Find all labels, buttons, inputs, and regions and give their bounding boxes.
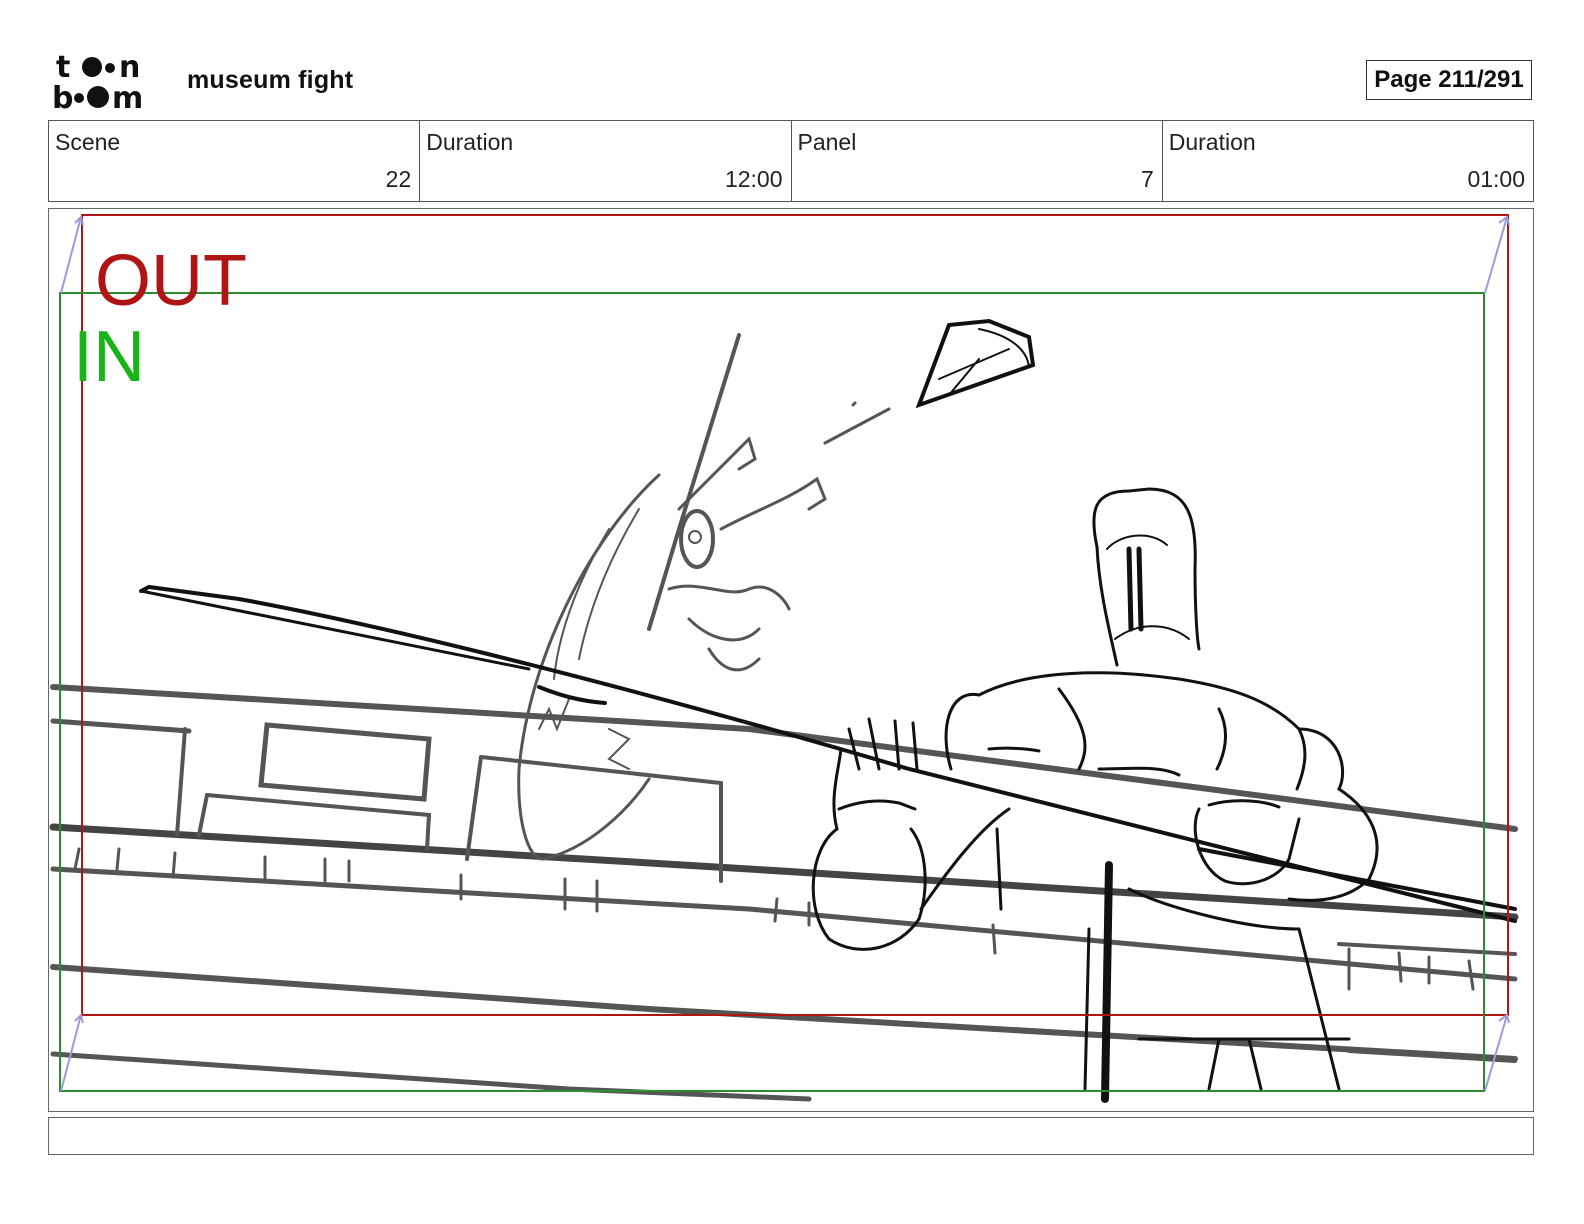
- scene-duration-cell: Duration 12:00: [420, 121, 792, 201]
- panel-cell: Panel 7: [792, 121, 1163, 201]
- page-indicator-text: Page 211/291: [1374, 66, 1524, 93]
- flying-debris-sketch: [823, 318, 1036, 445]
- page-indicator: Page 211/291: [1366, 60, 1532, 100]
- armored-guard-sketch: [811, 487, 1379, 1103]
- museum-railings-sketch: [49, 684, 1519, 1102]
- out-label: OUT: [95, 241, 247, 321]
- logo-lettering-top: t: [56, 50, 70, 85]
- panel-label: Panel: [797, 129, 857, 155]
- camera-out-frame: [81, 214, 1509, 1016]
- panel-sketch: OUT IN: [49, 214, 1519, 1103]
- logo-lettering-bottom: b: [52, 81, 73, 112]
- camera-in-frame: [59, 292, 1485, 1092]
- scene-info-table: Scene 22 Duration 12:00 Panel 7 Duration…: [48, 120, 1534, 202]
- panel-duration-value: 01:00: [1467, 166, 1525, 192]
- scene-cell: Scene 22: [49, 121, 421, 201]
- toonboom-logo: t n b m: [52, 50, 143, 112]
- scene-duration-label: Duration: [426, 129, 514, 155]
- svg-text:m: m: [112, 81, 143, 112]
- hero-character-sketch: [517, 333, 827, 861]
- in-label: IN: [73, 317, 145, 397]
- scene-value: 22: [385, 166, 412, 192]
- scene-duration-value: 12:00: [724, 166, 783, 192]
- svg-text:n: n: [119, 50, 140, 85]
- panel-duration-cell: Duration 01:00: [1163, 121, 1533, 201]
- storyboard-panel: OUT IN: [48, 208, 1534, 1112]
- panel-notes-box[interactable]: [48, 1117, 1534, 1155]
- project-title: museum fight: [187, 66, 354, 94]
- scene-label: Scene: [55, 129, 121, 155]
- panel-value: 7: [1140, 166, 1154, 192]
- panel-duration-label: Duration: [1168, 129, 1256, 155]
